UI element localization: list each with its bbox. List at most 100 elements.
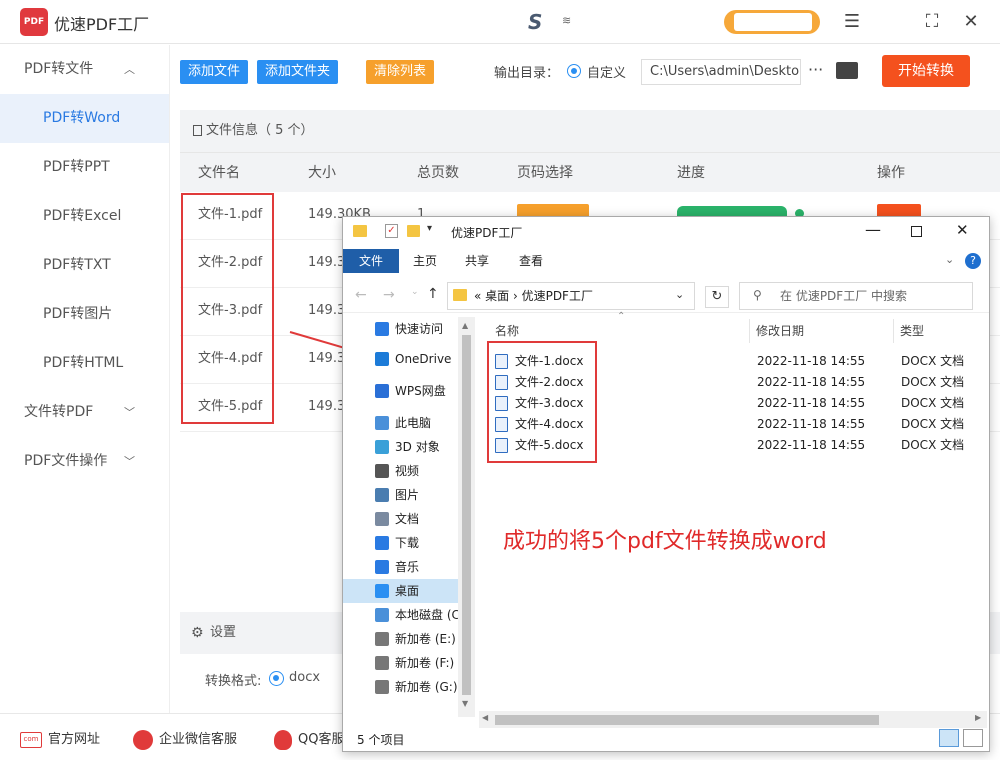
- sidebar-item-3[interactable]: PDF转Excel: [0, 192, 169, 241]
- file-date: 2022-11-18 14:55: [757, 375, 866, 389]
- quick-access-dropdown-icon[interactable]: ▾: [427, 223, 432, 234]
- nav-item-label: 本地磁盘 (C: [395, 608, 460, 622]
- format-docx-radio[interactable]: [269, 671, 284, 686]
- up-icon[interactable]: ↑: [427, 286, 439, 302]
- sidebar-item-6[interactable]: PDF转HTML: [0, 339, 169, 388]
- menu-icon[interactable]: ☰: [839, 9, 865, 35]
- sidebar-item-1[interactable]: PDF转Word: [0, 94, 169, 143]
- cloud-icon: [375, 384, 389, 398]
- file-type: DOCX 文档: [901, 354, 965, 368]
- wechat-support-link[interactable]: 企业微信客服: [133, 728, 237, 750]
- file-date: 2022-11-18 14:55: [757, 438, 866, 452]
- file-name: 文件-1.docx: [515, 354, 584, 368]
- account-badge[interactable]: [724, 10, 820, 34]
- close-icon[interactable]: ✕: [958, 9, 984, 35]
- maximize-icon[interactable]: [911, 226, 922, 237]
- nav-item[interactable]: 视频: [343, 459, 473, 483]
- nav-item[interactable]: 桌面: [343, 579, 473, 603]
- nav-item[interactable]: 3D 对象: [343, 435, 473, 459]
- nav-item[interactable]: OneDrive: [343, 347, 473, 371]
- nav-item[interactable]: 本地磁盘 (C: [343, 603, 473, 627]
- col-type[interactable]: 类型: [900, 317, 924, 345]
- list-item[interactable]: 文件-3.docx 2022-11-18 14:55 DOCX 文档: [489, 393, 989, 414]
- address-dropdown-icon[interactable]: ⌄: [675, 288, 684, 301]
- tab-file[interactable]: 文件: [343, 249, 399, 273]
- column-divider: [749, 319, 750, 343]
- sidebar-item-7[interactable]: 文件转PDF ﹀: [0, 388, 169, 437]
- close-icon[interactable]: ✕: [956, 221, 969, 239]
- horizontal-scrollbar-thumb[interactable]: [495, 715, 879, 725]
- file-type: DOCX 文档: [901, 438, 965, 452]
- output-path-input[interactable]: C:\Users\admin\Deskto: [641, 59, 801, 85]
- drive-icon: [375, 632, 389, 646]
- gear-icon: ⚙: [191, 625, 204, 641]
- back-icon[interactable]: ←: [355, 287, 367, 303]
- forward-icon[interactable]: →: [383, 287, 395, 303]
- expand-ribbon-icon[interactable]: ⌄: [945, 253, 954, 266]
- fullscreen-icon[interactable]: ⛶: [919, 9, 945, 35]
- new-folder-icon[interactable]: [407, 225, 420, 237]
- sidebar-item-5[interactable]: PDF转图片: [0, 290, 169, 339]
- nav-item-label: 音乐: [395, 560, 420, 574]
- scroll-left-icon[interactable]: ◀: [482, 713, 488, 722]
- scroll-down-icon[interactable]: ▼: [462, 699, 468, 708]
- search-input[interactable]: 在 优速PDF工厂 中搜索: [739, 282, 973, 310]
- nav-item[interactable]: WPS网盘: [343, 379, 473, 403]
- tab-home[interactable]: 主页: [401, 249, 449, 273]
- folder-icon[interactable]: [836, 62, 858, 79]
- sidebar-item-4[interactable]: PDF转TXT: [0, 241, 169, 290]
- details-view-icon[interactable]: [939, 729, 959, 747]
- website-link[interactable]: com 官方网址: [20, 728, 100, 748]
- list-item[interactable]: 文件-2.docx 2022-11-18 14:55 DOCX 文档: [489, 372, 989, 393]
- nav-item[interactable]: 图片: [343, 483, 473, 507]
- scroll-right-icon[interactable]: ▶: [975, 713, 981, 722]
- scroll-up-icon[interactable]: ▲: [462, 321, 468, 330]
- tab-share[interactable]: 共享: [453, 249, 501, 273]
- list-item[interactable]: 文件-1.docx 2022-11-18 14:55 DOCX 文档: [489, 351, 989, 372]
- sidebar-item-label: PDF转Word: [43, 110, 121, 126]
- tab-view[interactable]: 查看: [507, 249, 555, 273]
- nav-item-label: 3D 对象: [395, 440, 440, 454]
- custom-dir-radio[interactable]: [567, 64, 581, 78]
- col-modified[interactable]: 修改日期: [756, 317, 804, 345]
- refresh-icon[interactable]: ↻: [705, 286, 729, 308]
- folder-icon: [453, 289, 467, 301]
- annotation-highlight-box: [181, 193, 274, 424]
- list-item[interactable]: 文件-4.docx 2022-11-18 14:55 DOCX 文档: [489, 414, 989, 435]
- recent-dropdown-icon[interactable]: ⌄: [411, 287, 419, 297]
- sidebar-item-8[interactable]: PDF文件操作 ﹀: [0, 437, 169, 486]
- help-icon[interactable]: ?: [965, 253, 981, 269]
- word-document-icon: [495, 438, 508, 453]
- qq-support-link[interactable]: QQ客服: [274, 728, 344, 750]
- minimize-icon[interactable]: —: [865, 220, 881, 239]
- file-name: 文件-2.docx: [515, 375, 584, 389]
- nav-item[interactable]: 文档: [343, 507, 473, 531]
- settings-label: 设置: [210, 625, 237, 640]
- nav-item[interactable]: 新加卷 (G:): [343, 675, 473, 699]
- nav-scrollbar-thumb[interactable]: [462, 335, 471, 695]
- format-label: 转换格式:: [205, 674, 262, 689]
- list-item[interactable]: 文件-5.docx 2022-11-18 14:55 DOCX 文档: [489, 435, 989, 456]
- more-options-button[interactable]: ···: [808, 60, 823, 79]
- sidebar-item-2[interactable]: PDF转PPT: [0, 143, 169, 192]
- clear-list-button[interactable]: 清除列表: [366, 60, 435, 84]
- nav-item[interactable]: 快速访问: [343, 317, 473, 341]
- large-icons-view-icon[interactable]: [963, 729, 983, 747]
- nav-item-label: 下载: [395, 536, 420, 550]
- sidebar-item-0[interactable]: PDF转文件 ︿: [0, 45, 169, 94]
- properties-icon[interactable]: ✓: [385, 224, 398, 238]
- add-folder-button[interactable]: 添加文件夹: [257, 60, 339, 84]
- nav-item[interactable]: 此电脑: [343, 411, 473, 435]
- sidebar-item-label: 文件转PDF: [24, 404, 94, 420]
- nav-item[interactable]: 新加卷 (F:): [343, 651, 473, 675]
- sidebar-item-label: PDF文件操作: [24, 453, 108, 469]
- sidebar-item-label: PDF转文件: [24, 61, 94, 77]
- address-bar[interactable]: « 桌面 › 优速PDF工厂: [447, 282, 695, 310]
- download-icon: [375, 536, 389, 550]
- sidebar-item-label: PDF转PPT: [43, 159, 110, 175]
- start-convert-button[interactable]: 开始转换: [882, 55, 970, 87]
- nav-item[interactable]: 新加卷 (E:): [343, 627, 473, 651]
- add-file-button[interactable]: 添加文件: [180, 60, 249, 84]
- nav-item[interactable]: 音乐: [343, 555, 473, 579]
- nav-item[interactable]: 下载: [343, 531, 473, 555]
